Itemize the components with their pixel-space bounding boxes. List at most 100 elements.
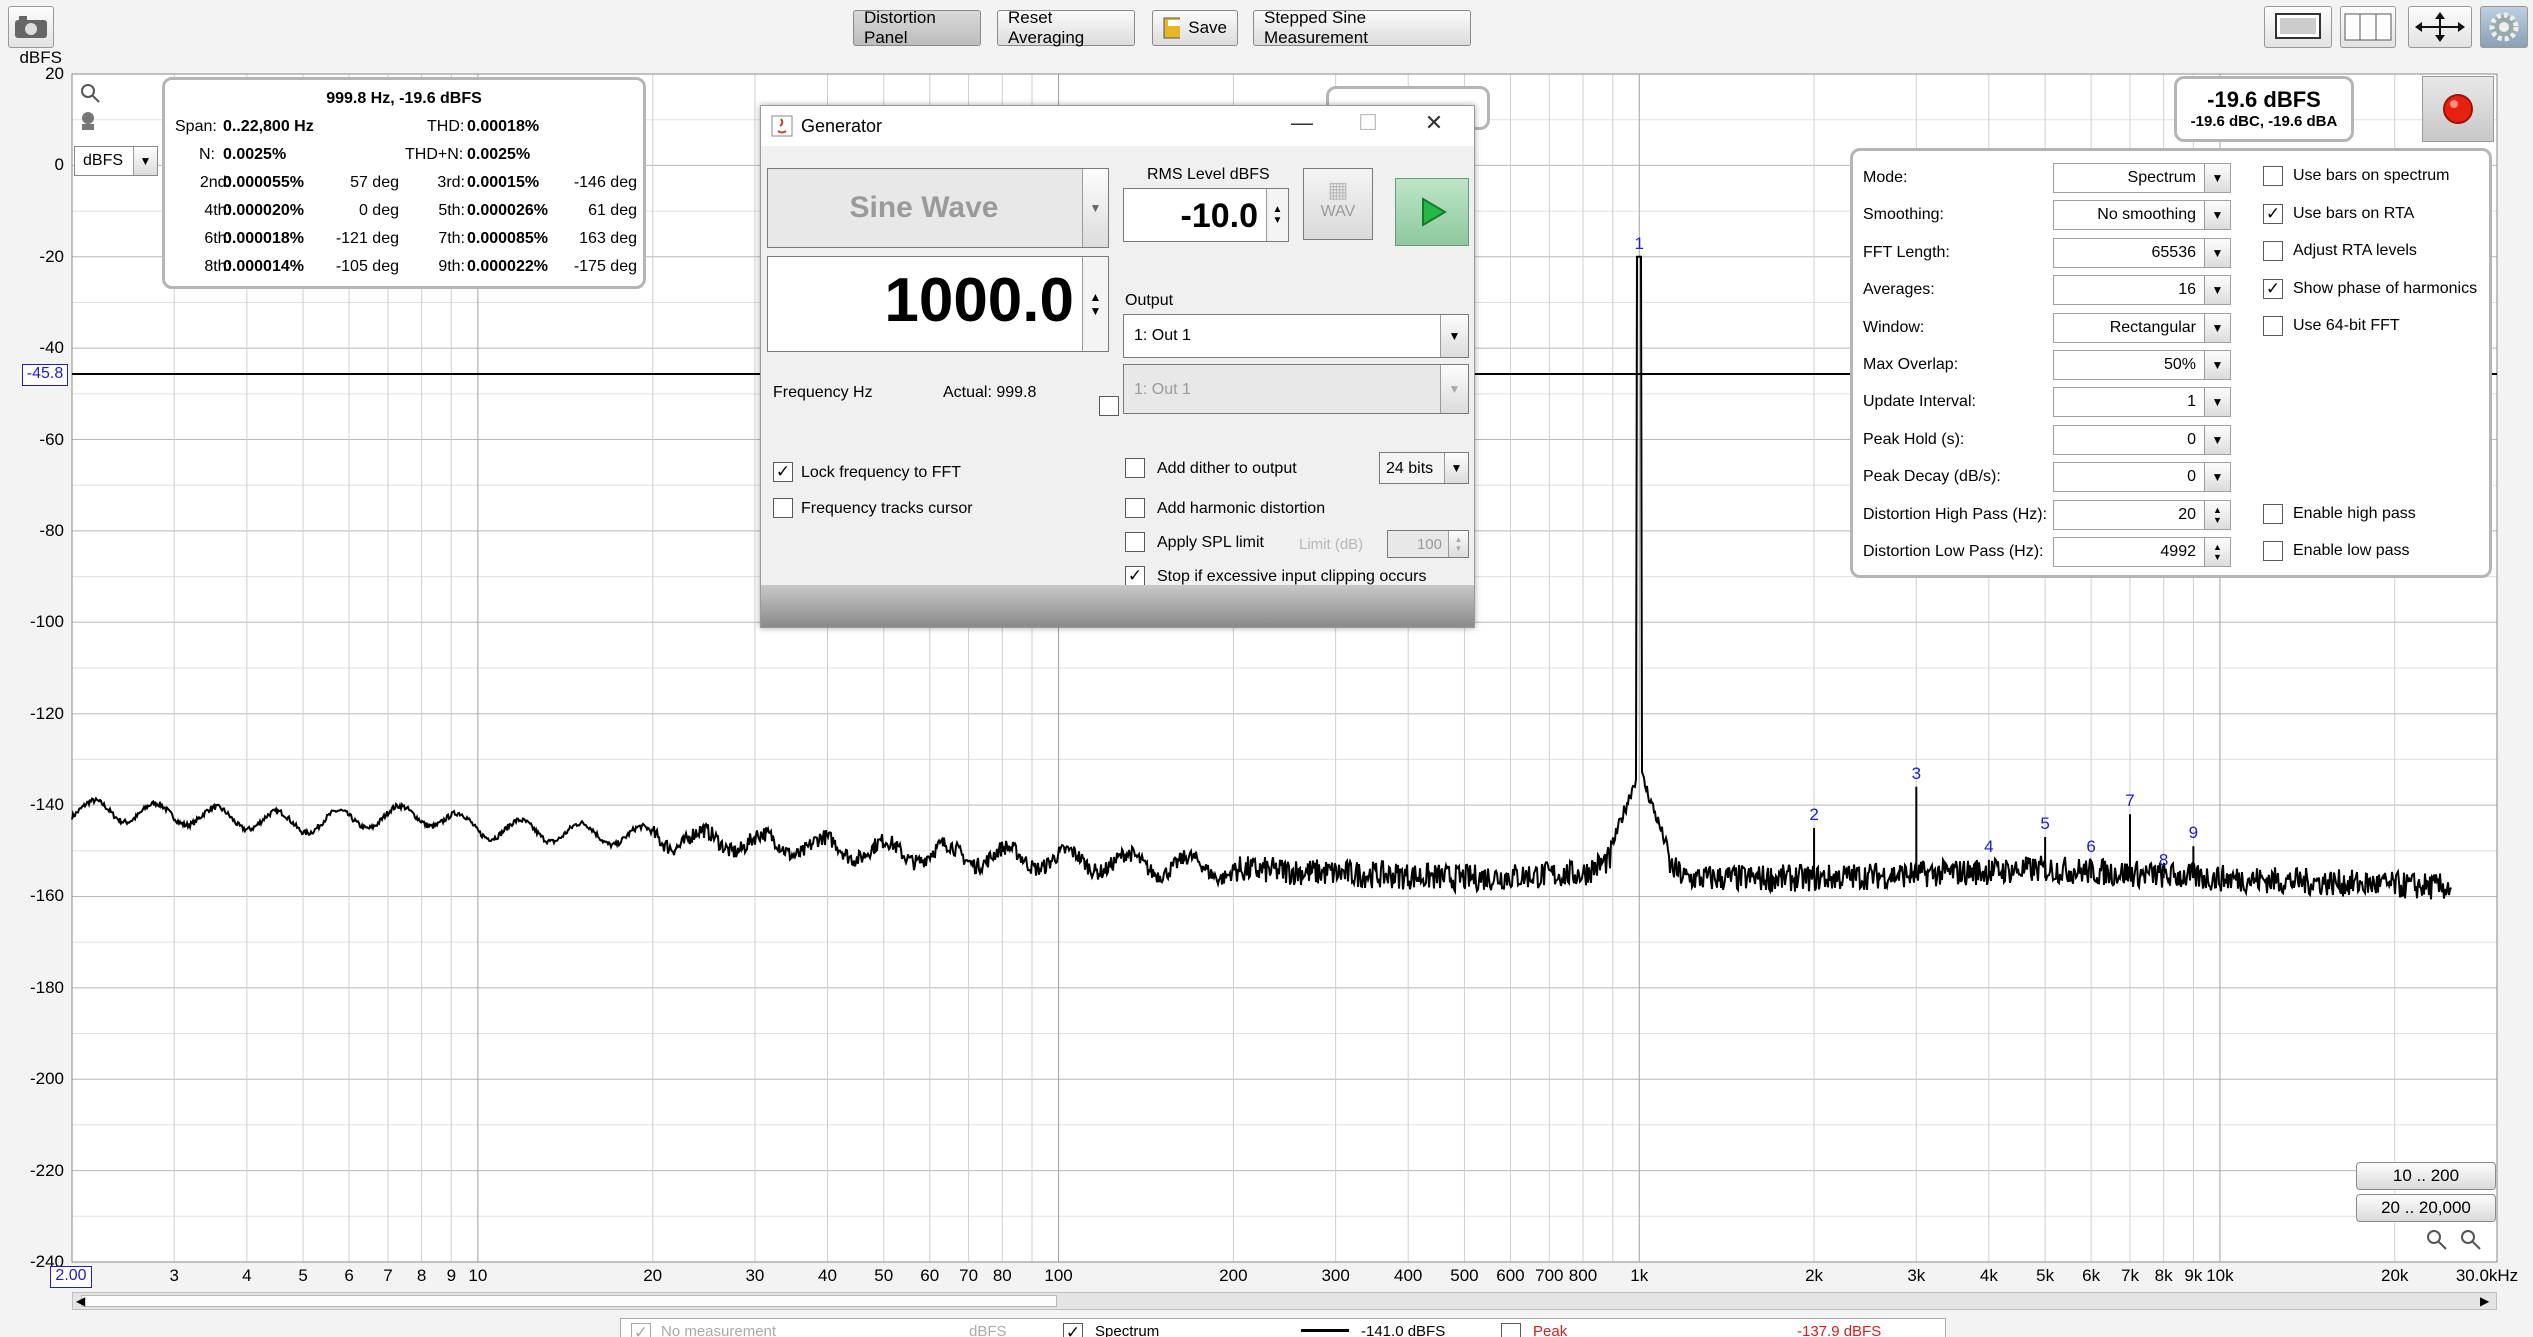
apply-spl-label: Apply SPL limit: [1157, 534, 1264, 551]
limit-input[interactable]: 100 ▲ ▼: [1387, 530, 1469, 558]
setting-label: Distortion Low Pass (Hz):: [1863, 543, 2044, 560]
x-start-label[interactable]: 2.00: [50, 1266, 92, 1288]
wav-button[interactable]: ▦ WAV: [1303, 168, 1373, 240]
setting-select[interactable]: 50% ▼: [2053, 350, 2231, 380]
horizontal-scrollbar[interactable]: [72, 1292, 2497, 1310]
legend-bar: No measurement dBFS Spectrum -141.0 dBFS…: [620, 1318, 1946, 1337]
save-button[interactable]: Save: [1152, 10, 1238, 46]
frequency-spinner[interactable]: ▲ ▼: [1082, 257, 1108, 351]
option-row[interactable]: Use bars on RTA: [2263, 204, 2414, 224]
frequency-tracks-checkbox[interactable]: [773, 498, 793, 518]
x-tick-label: 700: [1535, 1266, 1564, 1285]
option-checkbox[interactable]: [2263, 279, 2283, 299]
lock-frequency-checkbox[interactable]: [773, 462, 793, 482]
rms-level-input[interactable]: -10.0 ▲ ▼: [1123, 188, 1289, 242]
chevron-down-icon: ▼: [2204, 276, 2230, 305]
record-button[interactable]: [2422, 76, 2494, 142]
maximize-icon[interactable]: ☐: [1353, 110, 1383, 140]
setting-select[interactable]: 1 ▼: [2053, 387, 2231, 418]
second-output-select[interactable]: 1: Out 1 ▼: [1123, 364, 1469, 414]
option-row[interactable]: Enable high pass: [2263, 504, 2416, 524]
lock-frequency-label: Lock frequency to FFT: [801, 464, 962, 481]
pan-icon[interactable]: [78, 110, 102, 132]
y-tick-label: -220: [29, 1160, 64, 1180]
frequency-input[interactable]: 1000.0 ▲ ▼: [767, 256, 1109, 352]
thd-value: 0.00018%: [467, 118, 540, 135]
x-tick-label: 10k: [2206, 1266, 2234, 1285]
setting-select[interactable]: No smoothing ▼: [2053, 200, 2231, 231]
option-row[interactable]: Show phase of harmonics: [2263, 279, 2477, 299]
cursor-level-label[interactable]: -45.8: [22, 364, 68, 386]
chevron-down-icon: ▼: [133, 147, 157, 175]
chevron-down-icon: ▼: [2204, 201, 2230, 230]
camera-button[interactable]: [8, 6, 54, 48]
harmonic-value: 0.000018%: [223, 230, 304, 247]
option-checkbox[interactable]: [2263, 316, 2283, 336]
minimize-icon[interactable]: —: [1287, 110, 1317, 140]
x-tick-label: 6: [344, 1266, 354, 1285]
distortion-panel-button[interactable]: Distortion Panel: [853, 8, 981, 47]
x-tick-label: 9: [446, 1266, 457, 1285]
option-checkbox[interactable]: [2263, 504, 2283, 524]
zoom-in-icon[interactable]: [2458, 1228, 2488, 1252]
harmonic-value: 0.000020%: [223, 202, 304, 219]
save-label: Save: [1188, 18, 1227, 37]
add-harmonic-checkbox[interactable]: [1125, 498, 1145, 518]
x-tick-label: 60: [920, 1266, 940, 1285]
play-button[interactable]: [1395, 178, 1469, 246]
setting-select[interactable]: 0 ▼: [2053, 424, 2231, 455]
java-icon: [771, 115, 793, 137]
option-checkbox[interactable]: [2263, 204, 2283, 224]
unit-select[interactable]: dBFS ▼: [74, 146, 158, 176]
range-20-20000-button[interactable]: 20 .. 20,000: [2356, 1194, 2496, 1222]
zoom-icon[interactable]: [78, 82, 102, 104]
output-select[interactable]: 1: Out 1 ▼: [1123, 314, 1469, 358]
x-tick-label: 600: [1496, 1266, 1525, 1285]
y-tick-label: -100: [29, 612, 64, 632]
setting-select[interactable]: 65536 ▼: [2053, 237, 2231, 268]
noise-label: N:: [199, 146, 215, 163]
option-row[interactable]: Use bars on spectrum: [2263, 166, 2450, 186]
close-icon[interactable]: ✕: [1419, 110, 1449, 140]
option-row[interactable]: Adjust RTA levels: [2263, 241, 2417, 261]
peak-checkbox[interactable]: [1501, 1323, 1521, 1337]
scroll-right-icon[interactable]: ▶: [2480, 1294, 2489, 1308]
unit-select-value: dBFS: [83, 152, 124, 169]
option-checkbox[interactable]: [2263, 241, 2283, 261]
setting-select[interactable]: Rectangular ▼: [2053, 312, 2231, 343]
stepped-sine-button[interactable]: Stepped Sine Measurement: [1253, 8, 1471, 47]
no-measurement-checkbox[interactable]: [631, 1323, 651, 1337]
scroll-left-icon[interactable]: ◀: [76, 1294, 85, 1308]
reset-averaging-button[interactable]: Reset Averaging: [997, 8, 1135, 47]
apply-spl-checkbox[interactable]: [1125, 532, 1145, 552]
setting-select[interactable]: 20 ▲ ▼: [2053, 499, 2231, 530]
fit-view-button[interactable]: [2408, 6, 2472, 48]
spectrum-checkbox[interactable]: [1063, 1323, 1083, 1337]
option-row[interactable]: Enable low pass: [2263, 541, 2410, 561]
setting-select[interactable]: 16 ▼: [2053, 275, 2231, 306]
arrows-expand-icon: [2415, 12, 2465, 42]
window-layout-button[interactable]: [2264, 6, 2332, 48]
x-tick-label: 80: [992, 1266, 1012, 1285]
zoom-out-icon[interactable]: [2424, 1228, 2454, 1252]
add-dither-checkbox[interactable]: [1125, 458, 1145, 478]
limit-spinner[interactable]: ▲ ▼: [1448, 531, 1468, 557]
setting-select[interactable]: 0 ▼: [2053, 462, 2231, 493]
scrollbar-thumb[interactable]: [81, 1295, 1057, 1307]
bit-depth-select[interactable]: 24 bits ▼: [1379, 452, 1469, 484]
option-checkbox[interactable]: [2263, 541, 2283, 561]
setting-select[interactable]: 4992 ▲ ▼: [2053, 537, 2231, 567]
rms-spinner[interactable]: ▲ ▼: [1266, 189, 1288, 241]
setting-value: 16: [2178, 281, 2196, 299]
stop-clipping-checkbox[interactable]: [1125, 566, 1145, 586]
signal-type-select[interactable]: Sine Wave ▼: [767, 168, 1109, 248]
range-10-200-button[interactable]: 10 .. 200: [2356, 1162, 2496, 1190]
option-row[interactable]: Use 64-bit FFT: [2263, 316, 2400, 336]
split-view-button[interactable]: [2340, 6, 2396, 48]
limit-value: 100: [1416, 536, 1442, 553]
option-checkbox[interactable]: [2263, 166, 2283, 186]
settings-button[interactable]: [2480, 6, 2528, 48]
chevron-down-icon: ▼: [2204, 463, 2230, 492]
second-output-checkbox[interactable]: [1099, 396, 1119, 416]
setting-select[interactable]: Spectrum ▼: [2053, 163, 2231, 193]
